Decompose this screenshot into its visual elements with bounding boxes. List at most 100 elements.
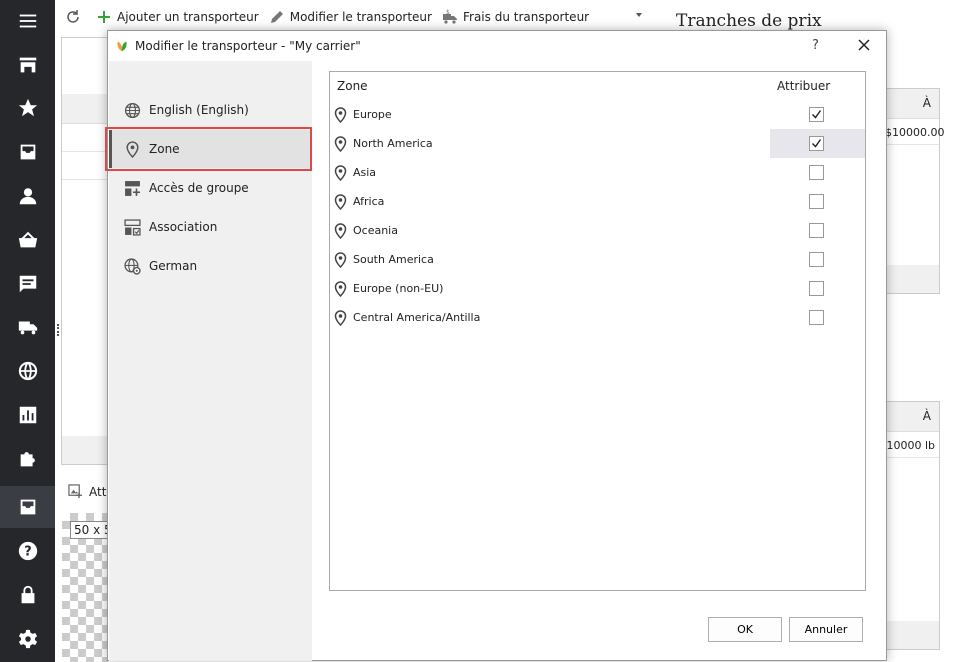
weight-value: 10000 lb [885, 432, 939, 458]
stats-icon[interactable] [0, 394, 55, 436]
dialog-title: Modifier le transporteur - "My carrier" [135, 39, 361, 53]
grid-footer [885, 621, 939, 649]
price-ranges-title: Tranches de prix [676, 11, 822, 31]
zone-name: Europe [353, 108, 392, 121]
shop-icon[interactable] [0, 486, 55, 528]
add-carrier-label: Ajouter un transporteur [117, 10, 259, 24]
user-icon[interactable] [0, 175, 55, 217]
lock-icon[interactable] [0, 574, 55, 616]
assign-checkbox[interactable] [809, 223, 824, 238]
close-icon[interactable] [856, 37, 872, 53]
globe-icon [124, 102, 141, 118]
zone-column-header: Zone [337, 79, 368, 93]
selection-highlight-box [105, 127, 312, 171]
location-pin-icon [334, 194, 347, 210]
edit-carrier-dialog: Modifier le transporteur - "My carrier" … [105, 30, 887, 661]
location-pin-icon [334, 310, 347, 326]
check-icon [812, 110, 822, 119]
plus-icon [98, 11, 110, 23]
pencil-icon [270, 11, 283, 23]
assign-checkbox[interactable] [809, 281, 824, 296]
app-logo-icon [117, 41, 127, 52]
nav-item-english[interactable]: English (English) [109, 91, 312, 129]
comment-icon[interactable] [0, 263, 55, 305]
location-pin-icon [334, 136, 347, 152]
refresh-icon [67, 10, 79, 23]
attach-label: Att [89, 484, 107, 499]
svg-text:$: $ [446, 9, 450, 16]
group-access-icon [125, 180, 140, 196]
carrier-list-grid [61, 37, 113, 465]
edit-carrier-label: Modifier le transporteur [289, 10, 432, 24]
grid-footer [885, 265, 939, 293]
puzzle-icon[interactable] [0, 438, 55, 480]
edit-carrier-button[interactable]: Modifier le transporteur [269, 9, 432, 25]
main-sidebar: ? [0, 0, 55, 662]
add-carrier-button[interactable]: Ajouter un transporteur [96, 9, 259, 25]
zone-name: Oceania [353, 224, 398, 237]
assign-checkbox[interactable] [809, 310, 824, 325]
dialog-nav-panel: English (English) Zone Accès de groupe A… [105, 61, 312, 661]
zone-name: Africa [353, 195, 385, 208]
truck-fees-icon: $ [442, 9, 457, 24]
zone-name: North America [353, 137, 433, 150]
grid-header [62, 94, 112, 124]
globe-settings-icon [124, 257, 141, 275]
carrier-fees-label: Frais du transporteur [462, 10, 590, 24]
zone-name: South America [353, 253, 434, 266]
zone-row[interactable]: Europe [330, 100, 865, 129]
nav-item-group-access[interactable]: Accès de groupe [109, 169, 312, 207]
zone-row[interactable]: North America [330, 129, 865, 158]
zone-row[interactable]: Central America/Antilla [330, 303, 865, 332]
assign-checkbox[interactable] [809, 165, 824, 180]
zone-name: Central America/Antilla [353, 311, 481, 324]
globe-icon[interactable] [0, 350, 55, 392]
help-button[interactable]: ? [812, 38, 819, 53]
assign-checkbox[interactable] [809, 136, 824, 151]
toolbar-dropdown-arrow[interactable] [636, 13, 642, 17]
assign-checkbox[interactable] [809, 194, 824, 209]
nav-item-label: Accès de groupe [149, 181, 249, 195]
store-icon[interactable] [0, 44, 55, 86]
price-value: $10000.00 [885, 119, 945, 145]
nav-item-association[interactable]: Association [109, 208, 312, 246]
nav-item-german[interactable]: German [109, 247, 312, 285]
assign-checkbox[interactable] [809, 107, 824, 122]
weight-range-grid: À 10000 lb [884, 401, 940, 650]
nav-item-label: German [149, 259, 198, 273]
zone-row[interactable]: Oceania [330, 216, 865, 245]
to-column-header: À [885, 89, 939, 119]
grid-header: Zone Attribuer [330, 72, 865, 100]
location-pin-icon [334, 165, 347, 181]
zone-name: Asia [353, 166, 377, 179]
main-toolbar: Ajouter un transporteur Modifier le tran… [55, 0, 962, 34]
nav-item-label: English (English) [149, 103, 249, 117]
to-column-header: À [885, 402, 939, 432]
splitter-handle[interactable] [57, 324, 59, 336]
nav-item-label: Association [149, 220, 218, 234]
assign-column-header: Attribuer [777, 79, 831, 93]
cancel-button[interactable]: Annuler [789, 617, 863, 642]
check-icon [812, 139, 822, 148]
zone-row[interactable]: Asia [330, 158, 865, 187]
attach-image-button[interactable]: Att [68, 484, 106, 499]
inbox-icon[interactable] [0, 131, 55, 173]
carrier-fees-button[interactable]: $ Frais du transporteur [442, 9, 589, 25]
zone-row[interactable]: Europe (non-EU) [330, 274, 865, 303]
help-icon[interactable]: ? [0, 530, 55, 572]
gear-icon[interactable] [0, 618, 55, 660]
menu-icon[interactable] [0, 0, 55, 42]
basket-icon[interactable] [0, 219, 55, 261]
zone-row[interactable]: Africa [330, 187, 865, 216]
ok-button[interactable]: OK [708, 617, 782, 642]
zone-name: Europe (non-EU) [353, 282, 444, 295]
star-icon[interactable] [0, 87, 55, 129]
assign-checkbox[interactable] [809, 252, 824, 267]
refresh-button[interactable] [65, 9, 86, 25]
image-add-icon [68, 484, 82, 499]
truck-icon[interactable] [0, 306, 55, 348]
grid-footer [62, 436, 112, 464]
location-pin-icon [334, 281, 347, 297]
zone-row[interactable]: South America [330, 245, 865, 274]
location-pin-icon [334, 223, 347, 239]
